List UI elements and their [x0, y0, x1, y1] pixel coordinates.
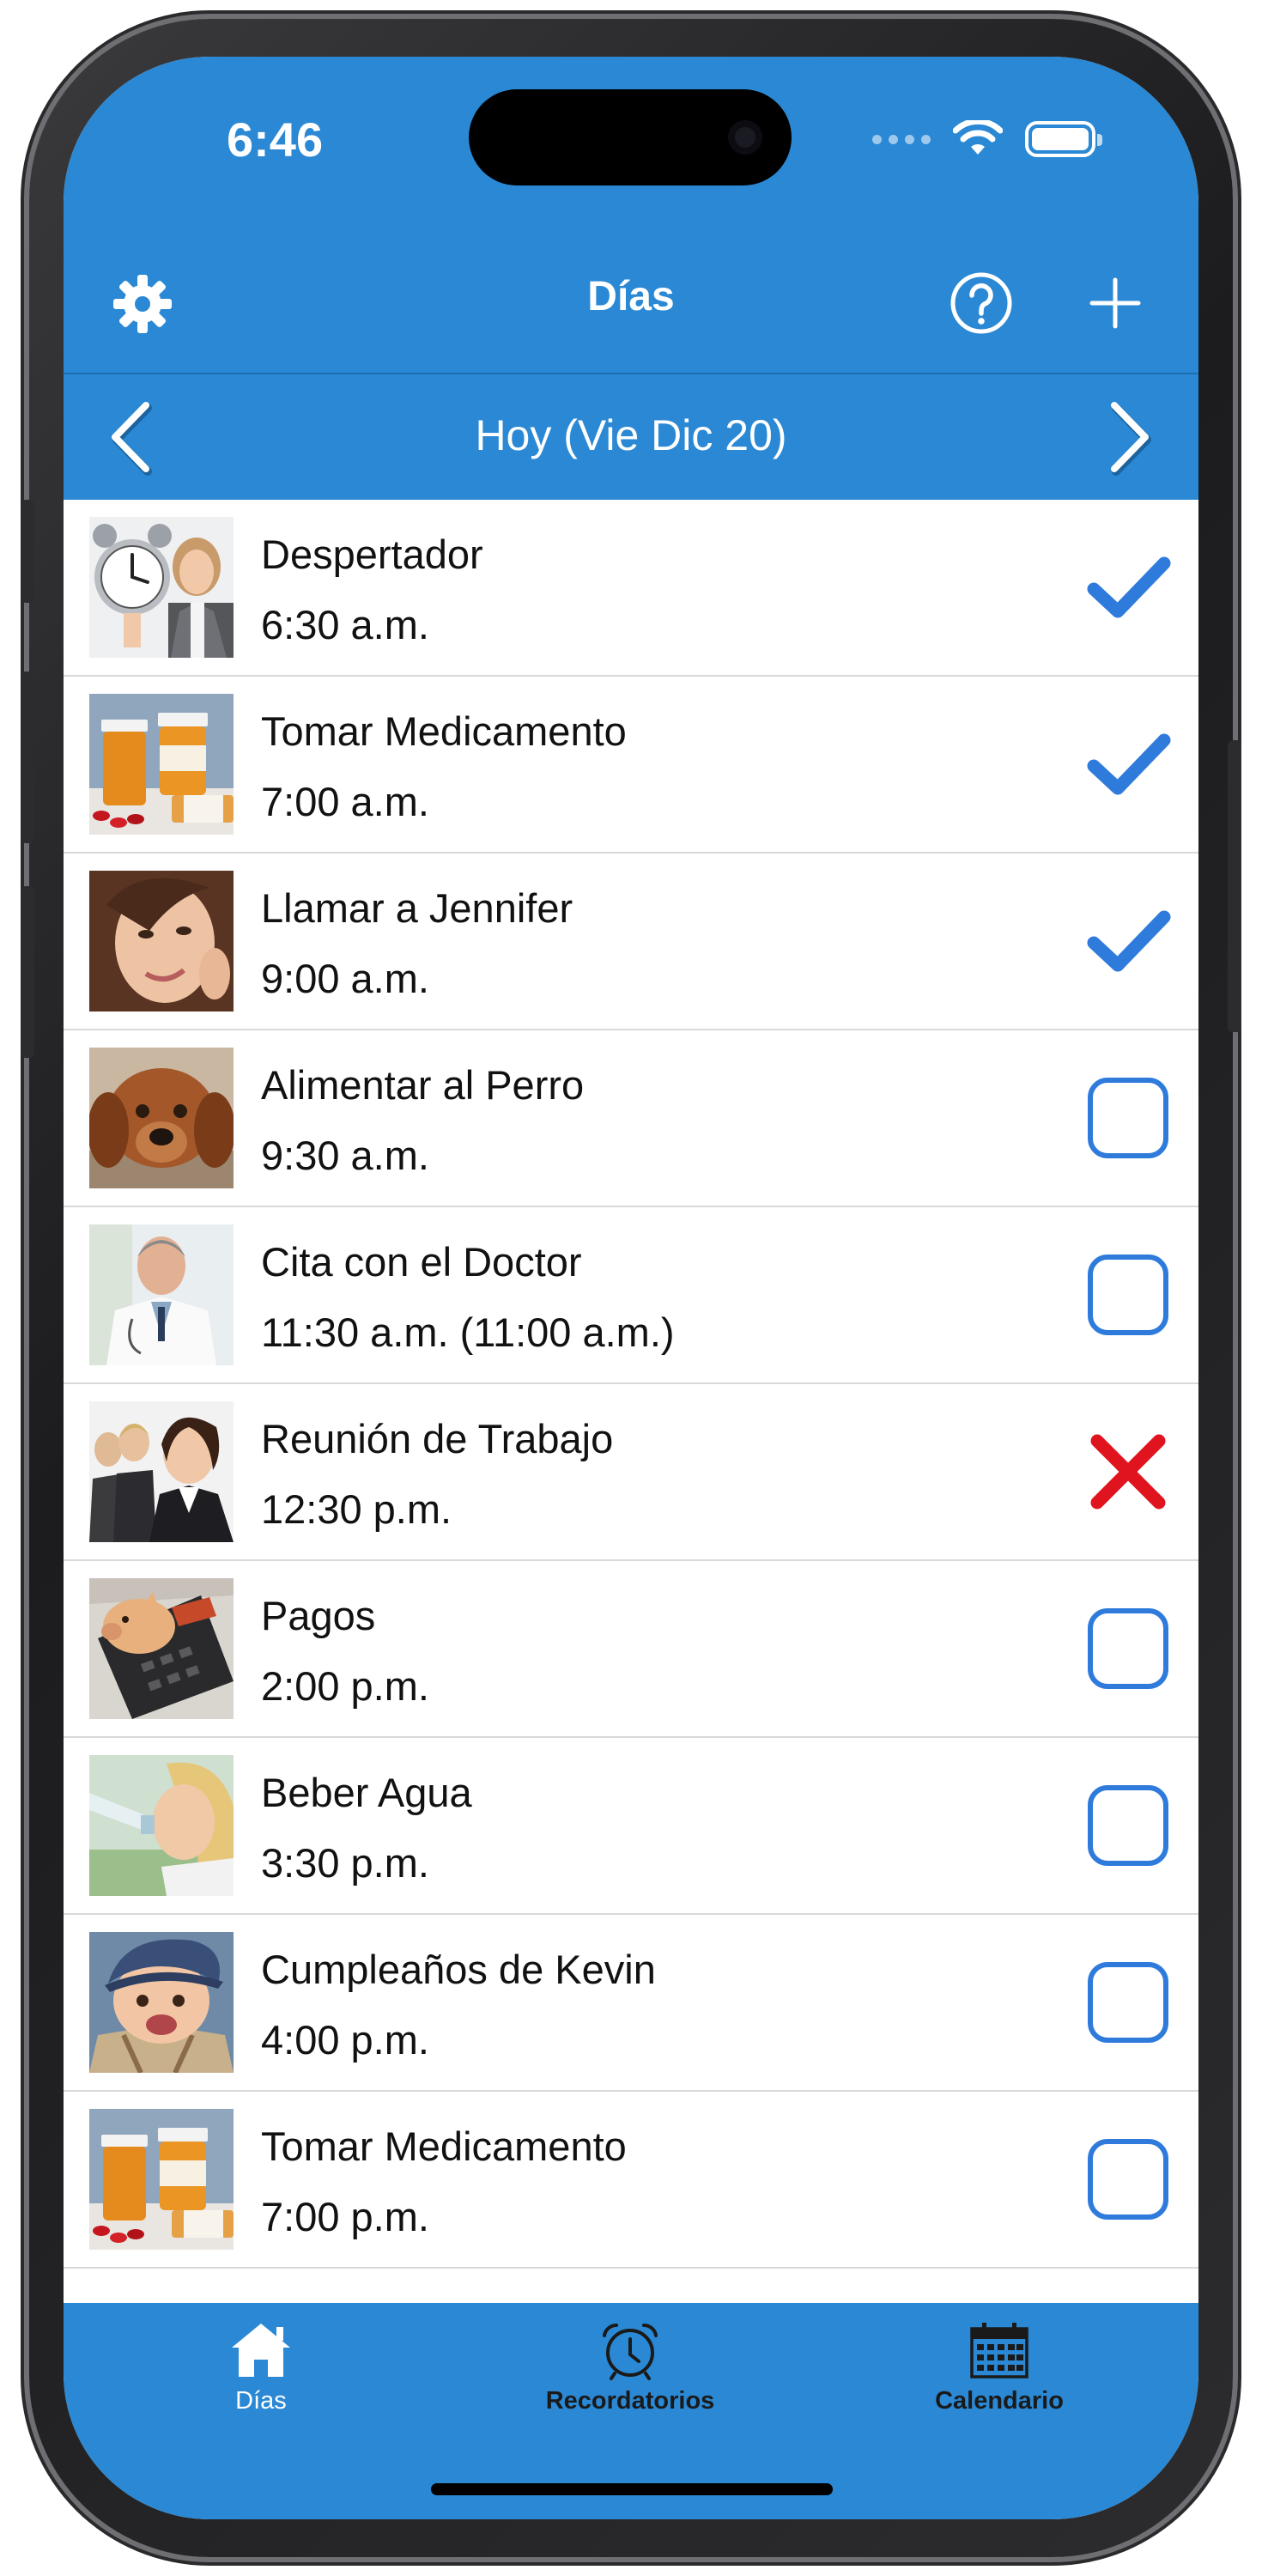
reminder-title: Llamar a Jennifer [261, 885, 573, 931]
reminder-row[interactable]: Cumpleaños de Kevin 4:00 p.m. [64, 1915, 1198, 2092]
add-icon[interactable] [1085, 273, 1145, 333]
reminder-time: 2:00 p.m. [261, 1663, 429, 1709]
reminder-title: Beber Agua [261, 1770, 472, 1815]
reminder-row[interactable]: Beber Agua 3:30 p.m. [64, 1738, 1198, 1915]
status-bar: 6:46 [64, 57, 1198, 228]
signal-dots-icon [872, 134, 931, 144]
date-bar: Hoy (Vie Dic 20) [64, 374, 1198, 500]
checkmark-icon[interactable] [1085, 544, 1171, 630]
reminder-row[interactable]: Llamar a Jennifer 9:00 a.m. [64, 854, 1198, 1030]
reminder-title: Reunión de Trabajo [261, 1416, 614, 1461]
alarm-clock-icon [603, 2323, 658, 2380]
doctor-thumbnail [89, 1224, 234, 1365]
baby-cap-thumbnail [89, 1932, 234, 2073]
tab-dias[interactable]: Días [132, 2320, 390, 2440]
reminder-time: 7:00 a.m. [261, 779, 429, 824]
reminder-title: Tomar Medicamento [261, 708, 627, 754]
reminder-time: 7:00 p.m. [261, 2194, 429, 2239]
next-day-chevron-icon[interactable] [1094, 398, 1162, 476]
status-time: 6:46 [227, 112, 324, 167]
status-icons [872, 117, 1102, 161]
reminder-title: Cita con el Doctor [261, 1239, 582, 1285]
empty-checkbox-icon[interactable] [1085, 2136, 1171, 2222]
dog-thumbnail [89, 1048, 234, 1188]
reminder-title: Cumpleaños de Kevin [261, 1947, 656, 1992]
tab-label: Recordatorios [545, 2387, 715, 2415]
reminder-time: 4:00 p.m. [261, 2017, 429, 2063]
dynamic-island [469, 89, 792, 185]
current-date-label: Hoy (Vie Dic 20) [475, 411, 787, 459]
action-button [21, 500, 34, 603]
reminder-title: Pagos [261, 1593, 376, 1638]
wifi-icon [953, 120, 1003, 155]
reminder-list: Despertador 6:30 a.m. Tomar Medicamento … [64, 500, 1198, 2269]
volume-down-button [21, 886, 34, 1058]
empty-checkbox-icon[interactable] [1085, 1959, 1171, 2045]
empty-checkbox-icon[interactable] [1085, 1783, 1171, 1868]
empty-checkbox-icon[interactable] [1085, 1075, 1171, 1161]
reminder-time: 6:30 a.m. [261, 602, 429, 647]
tab-label: Calendario [935, 2387, 1064, 2415]
tab-label: Días [235, 2387, 287, 2415]
pill-bottles-thumbnail [89, 694, 234, 835]
power-button [1228, 740, 1241, 1032]
reminder-row[interactable]: Despertador 6:30 a.m. [64, 500, 1198, 677]
empty-checkbox-icon[interactable] [1085, 1606, 1171, 1692]
calendar-icon [970, 2323, 1028, 2379]
page-title: Días [587, 274, 675, 319]
reminder-row[interactable]: Pagos 2:00 p.m. [64, 1561, 1198, 1738]
reminder-title: Alimentar al Perro [261, 1062, 585, 1108]
woman-portrait-thumbnail [89, 871, 234, 1012]
navigation-bar: Días [64, 228, 1198, 373]
business-women-thumbnail [89, 1401, 234, 1542]
battery-icon [1025, 121, 1102, 157]
reminder-row[interactable]: Tomar Medicamento 7:00 p.m. [64, 2092, 1198, 2269]
reminder-title: Tomar Medicamento [261, 2123, 627, 2169]
reminder-row[interactable]: Cita con el Doctor 11:30 a.m. (11:00 a.m… [64, 1207, 1198, 1384]
reminder-row[interactable]: Tomar Medicamento 7:00 a.m. [64, 677, 1198, 854]
reminder-time: 12:30 p.m. [261, 1486, 452, 1532]
phone-screen: 6:46 Días Hoy (Vie Dic 20) Despertador 6… [64, 57, 1198, 2519]
reminder-row[interactable]: Reunión de Trabajo 12:30 p.m. [64, 1384, 1198, 1561]
reminder-time: 3:30 p.m. [261, 1840, 429, 1886]
reminder-row[interactable]: Alimentar al Perro 9:30 a.m. [64, 1030, 1198, 1207]
empty-checkbox-icon[interactable] [1085, 1252, 1171, 1338]
home-indicator[interactable] [431, 2483, 833, 2495]
volume-up-button [21, 671, 34, 843]
house-icon [232, 2324, 290, 2377]
tab-calendario[interactable]: Calendario [871, 2320, 1128, 2440]
woman-drinking-water-thumbnail [89, 1755, 234, 1896]
tab-recordatorios[interactable]: Recordatorios [501, 2320, 759, 2440]
cross-icon[interactable] [1085, 1429, 1171, 1515]
piggy-calculator-thumbnail [89, 1578, 234, 1719]
reminder-time: 9:30 a.m. [261, 1133, 429, 1178]
alarm-clock-woman-thumbnail [89, 517, 234, 658]
pill-bottles-thumbnail [89, 2109, 234, 2250]
checkmark-icon[interactable] [1085, 721, 1171, 807]
reminder-title: Despertador [261, 532, 483, 577]
reminder-time: 11:30 a.m. (11:00 a.m.) [261, 1309, 675, 1355]
camera-icon [728, 120, 762, 155]
reminder-time: 9:00 a.m. [261, 956, 429, 1001]
checkmark-icon[interactable] [1085, 898, 1171, 984]
help-icon[interactable] [948, 270, 1015, 337]
